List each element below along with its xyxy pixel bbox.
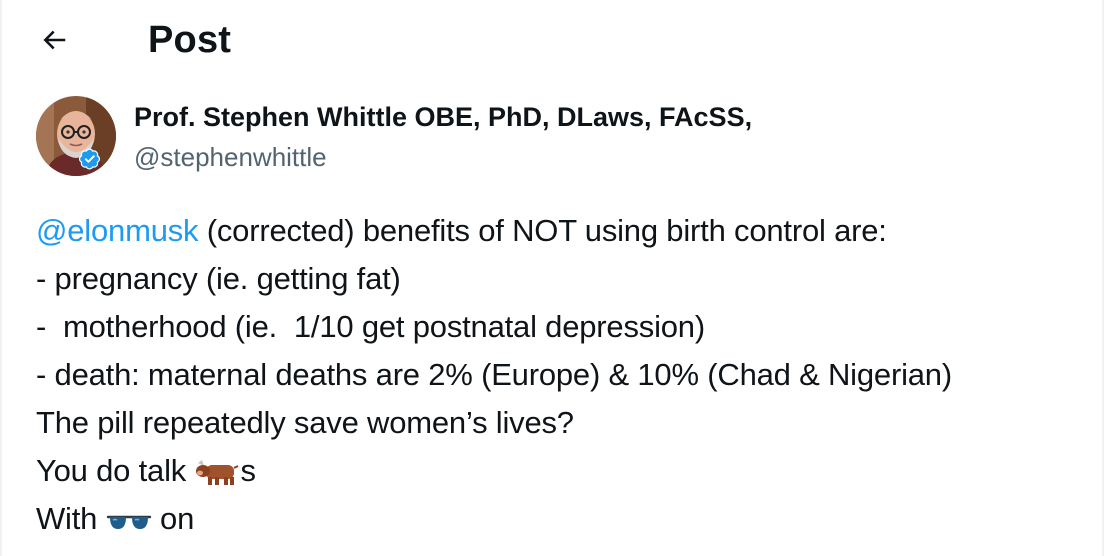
tweet-line-6-text-a: You do talk: [36, 453, 195, 488]
ox-emoji: [196, 460, 239, 485]
page-title: Post: [148, 19, 232, 61]
post-header: Post: [0, 0, 1104, 82]
avatar[interactable]: [36, 96, 116, 176]
tweet-line-7-text-b: on: [151, 501, 195, 536]
verified-badge-icon: [79, 148, 101, 170]
author-handle[interactable]: @stephenwhittle: [134, 141, 327, 173]
tweet-line-1-text: (corrected) benefits of NOT using birth …: [198, 213, 887, 248]
avatar-image: [36, 96, 116, 176]
sunglasses-emoji: [106, 515, 151, 529]
tweet-line-5: The pill repeatedly save women’s lives?: [36, 405, 574, 440]
tweet-line-6: You do talk s: [36, 447, 1086, 495]
tweet-line-2: - pregnancy (ie. getting fat): [36, 261, 401, 296]
tweet-line-7: With on: [36, 495, 1086, 543]
left-border: [0, 0, 2, 556]
author-name[interactable]: Prof. Stephen Whittle OBE, PhD, DLaws, F…: [134, 101, 752, 133]
tweet-line-3: - motherhood (ie. 1/10 get postnatal dep…: [36, 309, 705, 344]
back-button[interactable]: [34, 20, 74, 60]
tweet-line-7-text-a: With: [36, 501, 106, 536]
tweet-line-4: - death: maternal deaths are 2% (Europe)…: [36, 357, 952, 392]
tweet-line-6-text-b: s: [240, 453, 256, 488]
tweet-text: @elonmusk (corrected) benefits of NOT us…: [36, 207, 1086, 543]
mention-link[interactable]: @elonmusk: [36, 213, 199, 248]
tweet-line-1: @elonmusk (corrected) benefits of NOT us…: [36, 207, 1086, 255]
arrow-left-icon: [43, 30, 66, 50]
